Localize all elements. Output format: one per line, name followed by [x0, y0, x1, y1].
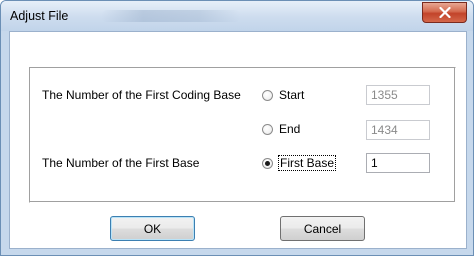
radio-start-circle[interactable] — [262, 89, 273, 101]
close-button[interactable] — [422, 2, 467, 23]
radio-end-label: End — [279, 122, 301, 136]
first-base-value-field[interactable]: 1 — [366, 153, 430, 173]
radio-start-label: Start — [279, 88, 305, 102]
radio-end-circle[interactable] — [262, 123, 273, 135]
start-value-field[interactable]: 1355 — [366, 85, 430, 105]
radio-end[interactable]: End — [262, 122, 300, 136]
dialog-title: Adjust File — [10, 9, 69, 23]
radio-first-base[interactable]: First Base — [262, 155, 337, 171]
ok-button[interactable]: OK — [110, 216, 195, 241]
end-value-field[interactable]: 1434 — [366, 120, 430, 140]
cancel-button[interactable]: Cancel — [280, 216, 365, 241]
first-base-label: The Number of the First Base — [42, 156, 200, 170]
radio-first-base-label: First Base — [277, 155, 337, 171]
title-bar-blur — [101, 10, 241, 22]
dialog-client-area: The Number of the First Coding Base Star… — [9, 31, 467, 249]
radio-start[interactable]: Start — [262, 88, 304, 102]
adjust-file-dialog: Adjust File The Number of the First Codi… — [0, 0, 474, 256]
radio-first-base-circle[interactable] — [262, 157, 273, 169]
close-icon — [438, 7, 451, 18]
title-bar[interactable]: Adjust File — [1, 1, 473, 31]
first-coding-base-label: The Number of the First Coding Base — [42, 88, 241, 102]
